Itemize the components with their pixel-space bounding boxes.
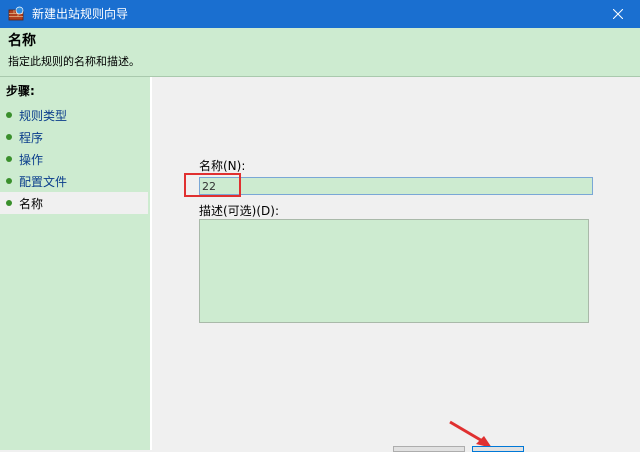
step-bullet-icon (6, 112, 12, 118)
steps-label: 步骤: (6, 84, 35, 98)
step-label: 配置文件 (19, 174, 68, 189)
step-label: 规则类型 (19, 108, 68, 123)
description-label: 描述(可选)(D): (199, 204, 280, 218)
name-label: 名称(N): (199, 159, 246, 173)
page-title: 名称 (8, 33, 36, 49)
wizard-header: 名称 指定此规则的名称和描述。 (0, 28, 640, 77)
firewall-wizard-icon (8, 6, 24, 21)
window-title: 新建出站规则向导 (32, 7, 129, 21)
step-bullet-icon (6, 156, 12, 162)
close-icon (613, 9, 623, 19)
step-label: 程序 (19, 130, 44, 145)
description-textarea[interactable] (199, 219, 589, 323)
next-button[interactable] (472, 446, 524, 452)
steps-sidebar: 步骤: 规则类型 程序 操作 配置文件 名称 (0, 77, 152, 450)
step-action[interactable]: 操作 (0, 148, 148, 170)
step-profile[interactable]: 配置文件 (0, 170, 148, 192)
close-button[interactable] (596, 0, 640, 28)
step-name[interactable]: 名称 (0, 192, 148, 214)
step-rule-type[interactable]: 规则类型 (0, 104, 148, 126)
name-input[interactable] (199, 177, 593, 195)
step-bullet-icon (6, 200, 12, 206)
step-program[interactable]: 程序 (0, 126, 148, 148)
step-label: 操作 (19, 152, 44, 167)
title-bar: 新建出站规则向导 (0, 0, 640, 28)
back-button[interactable] (393, 446, 465, 452)
step-label: 名称 (19, 196, 44, 211)
page-description: 指定此规则的名称和描述。 (8, 55, 140, 68)
step-bullet-icon (6, 134, 12, 140)
step-bullet-icon (6, 178, 12, 184)
